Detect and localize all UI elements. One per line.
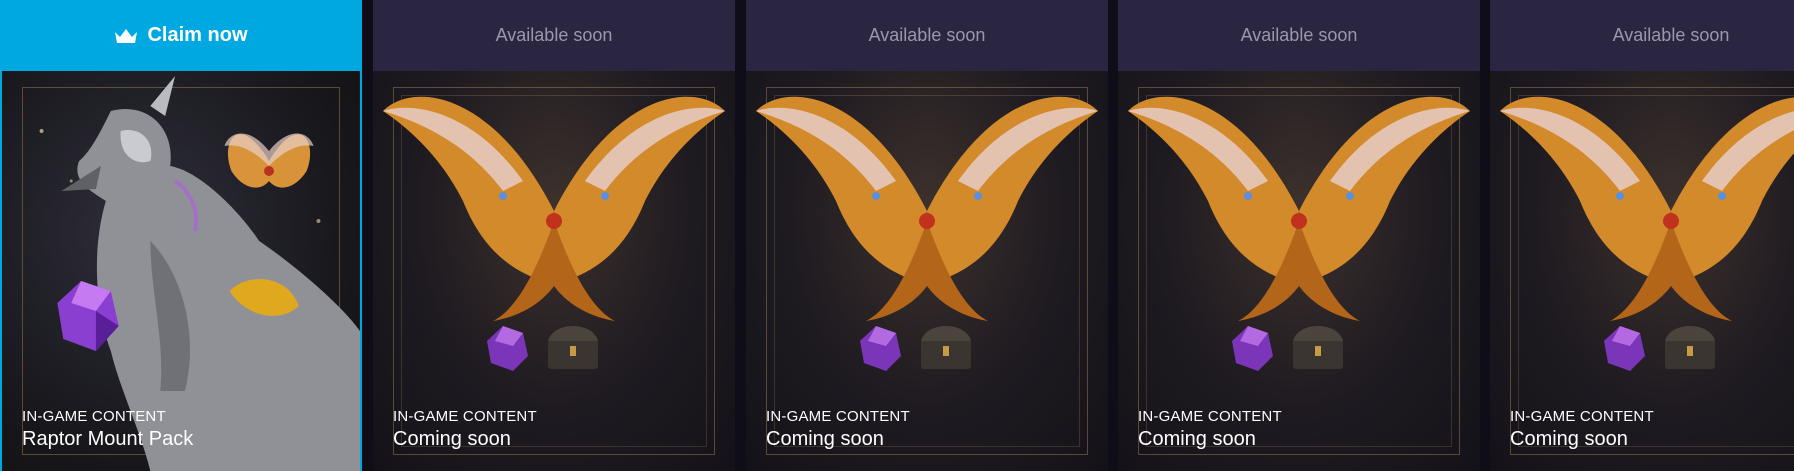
offer-artwork: IN-GAME CONTENT Raptor Mount Pack <box>0 71 362 471</box>
availability-label: Available soon <box>868 25 986 45</box>
offer-caption: IN-GAME CONTENT Raptor Mount Pack <box>22 408 193 451</box>
availability-header: Available soon <box>1490 0 1794 71</box>
offer-artwork: IN-GAME CONTENT Coming soon <box>746 71 1108 471</box>
offer-category: IN-GAME CONTENT <box>22 408 166 425</box>
crown-icon <box>115 28 138 43</box>
offer-caption: IN-GAME CONTENT Coming soon <box>393 408 537 451</box>
availability-label: Available soon <box>1240 25 1358 45</box>
offer-card-coming-soon[interactable]: Available soon IN-GAME CONTENT Coming so… <box>1118 0 1480 471</box>
offer-card-raptor-mount-pack[interactable]: Claim now IN-GAME CONTENT Raptor Mount P… <box>0 0 362 471</box>
offer-category: IN-GAME CONTENT <box>766 408 910 425</box>
offer-card-coming-soon[interactable]: Available soon IN-GAME CONTENT Coming so… <box>373 0 735 471</box>
offer-category: IN-GAME CONTENT <box>1510 408 1654 425</box>
offer-category: IN-GAME CONTENT <box>1138 408 1282 425</box>
wings-emblem <box>1500 96 1794 321</box>
availability-header: Available soon <box>373 0 735 71</box>
treasure-chest <box>1665 326 1715 369</box>
purple-gem-small <box>860 326 901 371</box>
availability-header: Available soon <box>1118 0 1480 71</box>
offer-title: Coming soon <box>766 428 884 450</box>
treasure-chest <box>921 326 971 369</box>
offer-card-coming-soon[interactable]: Available soon IN-GAME CONTENT Coming so… <box>1490 0 1794 471</box>
claim-now-label: Claim now <box>147 24 248 46</box>
offer-artwork: IN-GAME CONTENT Coming soon <box>1118 71 1480 471</box>
offer-card-coming-soon[interactable]: Available soon IN-GAME CONTENT Coming so… <box>746 0 1108 471</box>
offer-title[interactable]: Raptor Mount Pack <box>22 428 193 451</box>
treasure-chest <box>1293 326 1343 369</box>
offer-carousel: Claim now IN-GAME CONTENT Raptor Mount P… <box>0 0 1794 471</box>
offer-caption: IN-GAME CONTENT Coming soon <box>1138 408 1282 451</box>
offer-caption: IN-GAME CONTENT Coming soon <box>766 408 910 451</box>
offer-title: Coming soon <box>1510 428 1628 450</box>
offer-artwork: IN-GAME CONTENT Coming soon <box>373 71 735 471</box>
offer-caption: IN-GAME CONTENT Coming soon <box>1510 408 1654 451</box>
claim-now-button[interactable]: Claim now <box>0 0 362 71</box>
purple-gem-small <box>1232 326 1273 371</box>
availability-label: Available soon <box>495 25 613 45</box>
wings-emblem <box>1128 96 1470 321</box>
offer-category: IN-GAME CONTENT <box>393 408 537 425</box>
wings-emblem <box>756 96 1098 321</box>
wings-emblem <box>383 96 725 321</box>
purple-gem-small <box>1604 326 1645 371</box>
treasure-chest <box>548 326 598 369</box>
offer-title: Coming soon <box>1138 428 1256 450</box>
wings-emblem-small <box>224 133 314 188</box>
availability-label: Available soon <box>1612 25 1730 45</box>
purple-gem-small <box>487 326 528 371</box>
offer-title: Coming soon <box>393 428 511 450</box>
availability-header: Available soon <box>746 0 1108 71</box>
offer-artwork: IN-GAME CONTENT Coming soon <box>1490 71 1794 471</box>
